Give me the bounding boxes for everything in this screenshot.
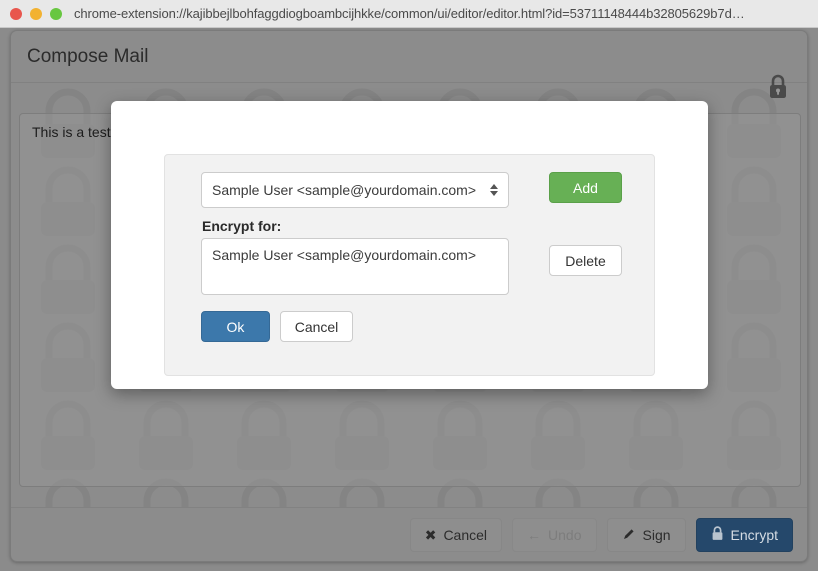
close-window-button[interactable]: [10, 8, 22, 20]
browser-chrome: chrome-extension://kajibbejlbohfaggdiogb…: [0, 0, 818, 28]
stepper-arrows-icon: [490, 184, 498, 196]
ok-button[interactable]: Ok: [201, 311, 270, 342]
encrypt-recipients-dialog: Sample User <sample@yourdomain.com> Add …: [111, 101, 708, 389]
url-bar[interactable]: chrome-extension://kajibbejlbohfaggdiogb…: [74, 6, 745, 21]
recipient-list-row: Sample User <sample@yourdomain.com> Dele…: [201, 238, 622, 295]
dialog-panel: Sample User <sample@yourdomain.com> Add …: [164, 154, 655, 376]
encrypt-for-label: Encrypt for:: [202, 218, 281, 234]
delete-button[interactable]: Delete: [549, 245, 622, 276]
traffic-lights: [0, 8, 62, 20]
minimize-window-button[interactable]: [30, 8, 42, 20]
zoom-window-button[interactable]: [50, 8, 62, 20]
recipient-list[interactable]: Sample User <sample@yourdomain.com>: [201, 238, 509, 295]
dialog-actions: Ok Cancel: [201, 311, 353, 342]
recipient-select[interactable]: Sample User <sample@yourdomain.com>: [201, 172, 509, 208]
modal-overlay: Sample User <sample@yourdomain.com> Add …: [0, 28, 818, 571]
recipient-select-row: Sample User <sample@yourdomain.com> Add: [201, 172, 622, 208]
dialog-cancel-button[interactable]: Cancel: [280, 311, 353, 342]
recipient-select-value: Sample User <sample@yourdomain.com>: [212, 182, 490, 198]
list-item[interactable]: Sample User <sample@yourdomain.com>: [212, 247, 498, 263]
add-button[interactable]: Add: [549, 172, 622, 203]
